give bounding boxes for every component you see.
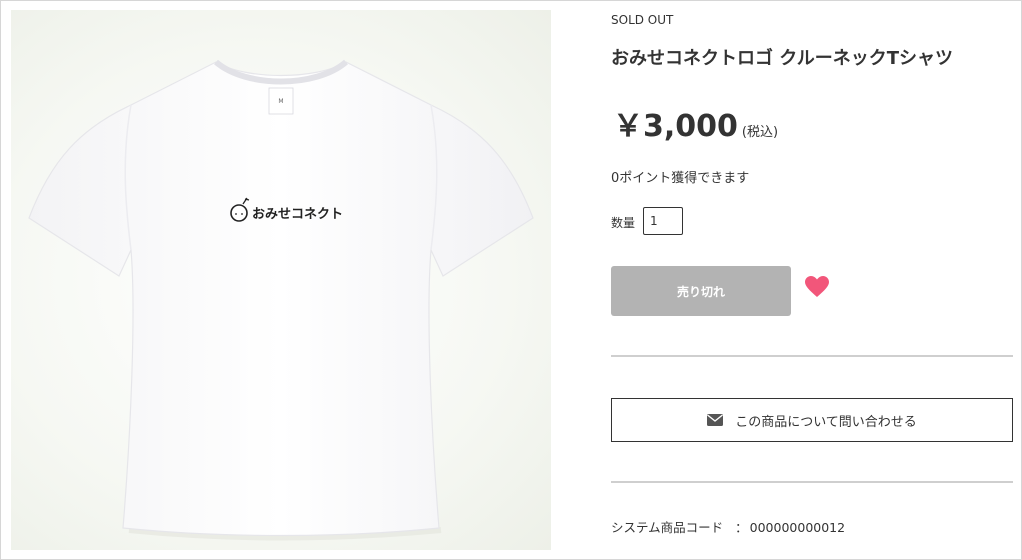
price-value: ￥3,000 bbox=[613, 109, 738, 144]
product-page: M おみせコネクト SOLD OUT おみせコネクトロゴ クルーネックTシャツ … bbox=[0, 0, 1022, 560]
mail-icon bbox=[707, 414, 724, 426]
points-text: 0ポイント獲得できます bbox=[611, 171, 750, 186]
inquiry-label: この商品について問い合わせる bbox=[735, 414, 917, 430]
quantity-label: 数量 bbox=[611, 216, 636, 230]
tag-size-text: M bbox=[278, 98, 283, 105]
product-title: おみせコネクトロゴ クルーネックTシャツ bbox=[611, 48, 954, 69]
sold-out-button[interactable]: 売り切れ bbox=[611, 266, 791, 316]
sold-out-label: SOLD OUT bbox=[611, 13, 674, 27]
favorite-button[interactable] bbox=[804, 275, 830, 299]
product-image: M おみせコネクト bbox=[11, 10, 551, 550]
divider-top bbox=[611, 355, 1013, 357]
inquiry-button[interactable]: この商品について問い合わせる bbox=[611, 398, 1013, 442]
sku-value: 000000000012 bbox=[749, 520, 846, 535]
heart-icon bbox=[805, 276, 829, 297]
sku-separator: ： bbox=[735, 520, 748, 535]
price-tax-note: (税込) bbox=[741, 125, 779, 140]
divider-bottom bbox=[611, 481, 1013, 483]
sku-label: システム商品コード bbox=[611, 520, 724, 535]
price-block: ￥3,000 (税込) bbox=[613, 101, 778, 145]
sku-row: システム商品コード ： 000000000012 bbox=[611, 517, 845, 536]
quantity-input[interactable] bbox=[643, 207, 683, 235]
shirt-logo-text: おみせコネクト bbox=[252, 207, 343, 222]
tshirt-shape bbox=[28, 61, 534, 537]
